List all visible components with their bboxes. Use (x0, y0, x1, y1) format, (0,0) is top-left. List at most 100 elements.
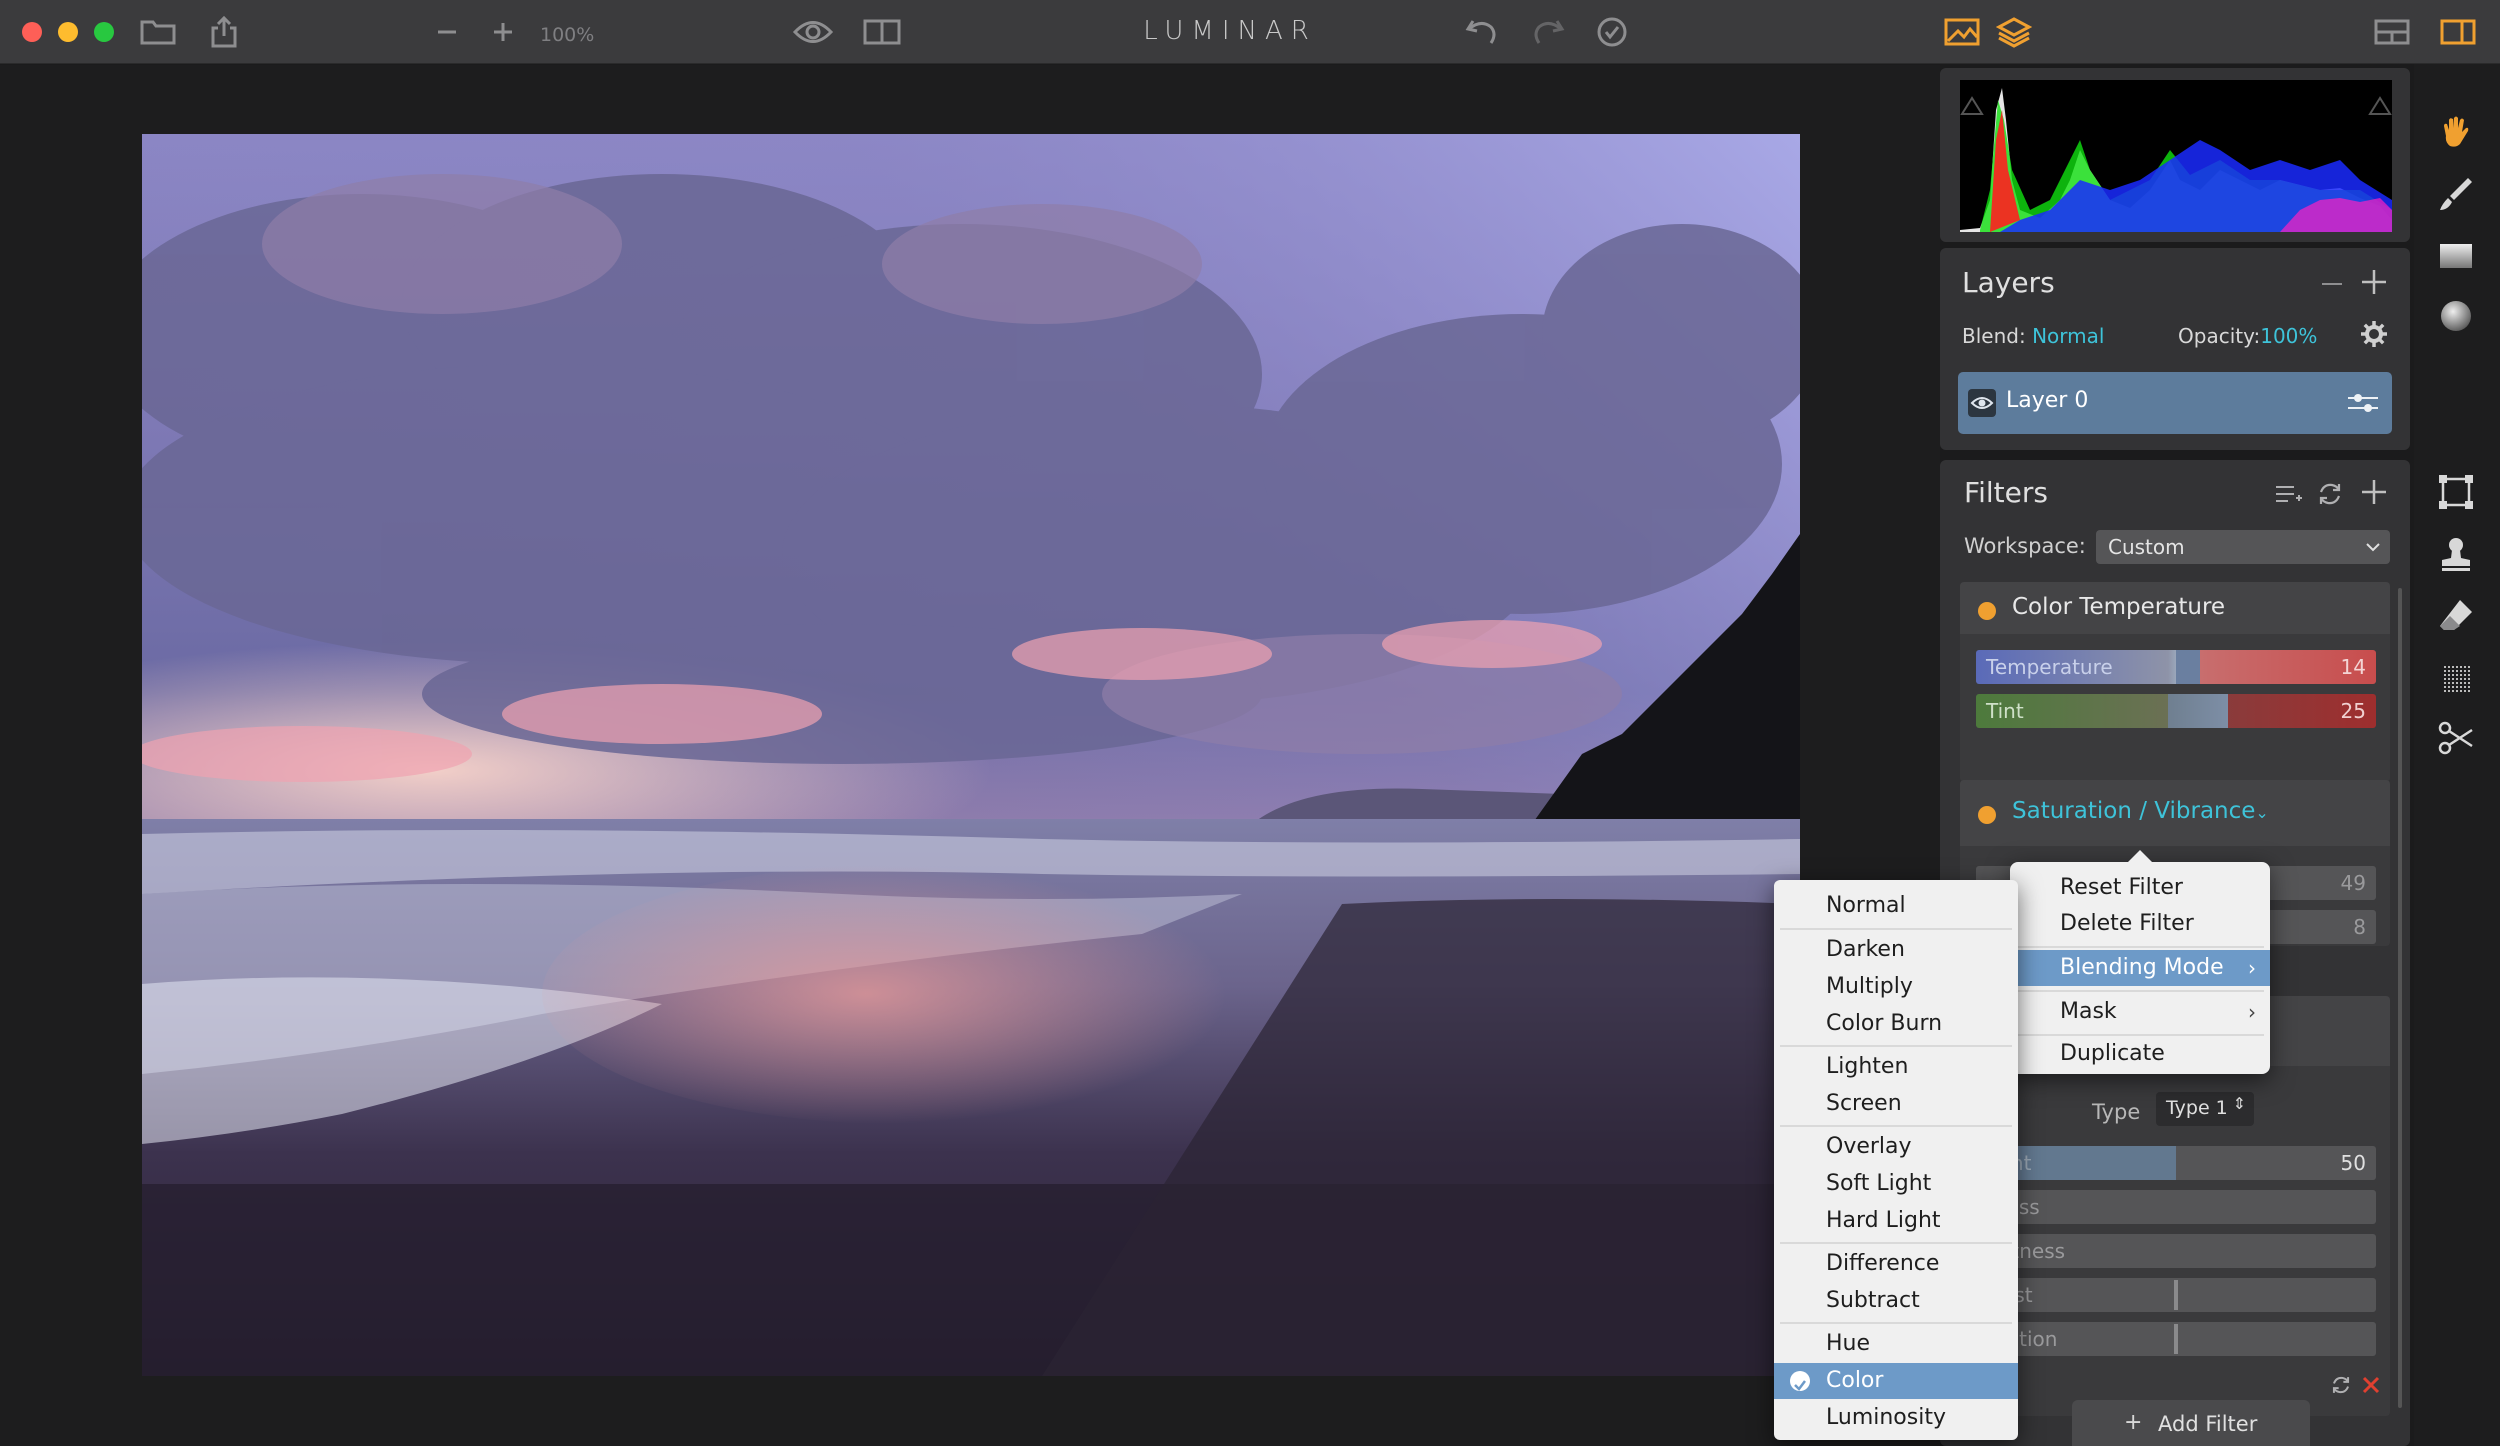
tint-slider[interactable]: Tint 25 (1976, 694, 2376, 728)
gradient-mask-icon[interactable] (2436, 236, 2476, 276)
layer-name: Layer 0 (2006, 388, 2089, 413)
radial-mask-icon[interactable] (2436, 296, 2476, 336)
blend-option-hard-light[interactable]: Hard Light (1774, 1203, 2018, 1239)
blend-label: Blend: (1962, 324, 2026, 348)
type-value: Type 1 (2166, 1097, 2228, 1119)
blend-option-screen[interactable]: Screen (1774, 1086, 2018, 1122)
blend-option-hue[interactable]: Hue (1774, 1326, 2018, 1362)
chevron-right-icon: › (2248, 956, 2256, 980)
menu-divider (1780, 1045, 2012, 1047)
filter-title[interactable]: Saturation / Vibrance⌄ (2012, 798, 2269, 824)
blend-option-color-burn[interactable]: Color Burn (1774, 1006, 2018, 1042)
filter-active-dot[interactable] (1978, 806, 1996, 824)
sidebar-toggle-icon[interactable] (2438, 14, 2478, 50)
temperature-slider[interactable]: Temperature 14 (1976, 650, 2376, 684)
layer-adjust-sliders-icon[interactable] (2346, 390, 2380, 416)
saturation-slider-2[interactable]: uration (1976, 1322, 2376, 1356)
workspace-select[interactable]: Custom (2096, 530, 2390, 564)
zoom-window-button[interactable] (94, 22, 114, 42)
delete-filter-x-icon[interactable] (2360, 1374, 2382, 1396)
share-icon[interactable] (206, 14, 242, 50)
menu-item-duplicate[interactable]: Duplicate (2010, 1036, 2270, 1072)
scissors-icon[interactable] (2436, 718, 2476, 758)
open-folder-icon[interactable] (138, 14, 178, 50)
filter-refresh-icon[interactable] (2316, 480, 2346, 510)
layer-settings-gear-icon[interactable] (2360, 320, 2390, 350)
menu-divider (1780, 1242, 2012, 1244)
menu-divider (2016, 990, 2264, 992)
minimize-window-button[interactable] (58, 22, 78, 42)
photo-preview[interactable] (142, 134, 1800, 1376)
clone-stamp-icon[interactable] (2436, 534, 2476, 574)
workspace-label: Workspace: (1964, 534, 2086, 558)
type-select[interactable]: Type 1 ⇕ (2156, 1092, 2254, 1126)
workspace-value: Custom (2108, 535, 2185, 559)
reset-filter-icon[interactable] (2330, 1374, 2352, 1396)
filter-context-menu: Reset Filter Delete Filter Blending Mode… (2010, 850, 2270, 1074)
color-temperature-filter: Color Temperature Temperature 14 Tint 25 (1960, 582, 2390, 782)
softness-slider[interactable]: tness (1976, 1190, 2376, 1224)
filter-title: Color Temperature (2012, 594, 2226, 620)
slider-label: Tint (1986, 699, 2024, 723)
blend-option-subtract[interactable]: Subtract (1774, 1283, 2018, 1319)
blend-option-color[interactable]: Color (1774, 1363, 2018, 1399)
app-title: LUMINAR (1143, 16, 1317, 46)
histogram-chart (1960, 80, 2392, 232)
filter-list-icon[interactable] (2274, 480, 2304, 510)
undo-icon[interactable] (1464, 14, 1500, 50)
menu-item-label: Blending Mode (2060, 955, 2224, 980)
history-check-icon[interactable] (1594, 14, 1630, 50)
blend-option-soft-light[interactable]: Soft Light (1774, 1166, 2018, 1202)
noise-texture-icon[interactable] (2436, 658, 2476, 698)
opacity-control: Opacity:100% (2178, 324, 2317, 348)
compare-split-icon[interactable] (862, 14, 902, 50)
layer-row[interactable]: Layer 0 (1958, 372, 2392, 434)
preview-eye-icon[interactable] (792, 14, 834, 50)
brush-icon[interactable] (2436, 174, 2476, 214)
blend-option-difference[interactable]: Difference (1774, 1246, 2018, 1282)
filters-title: Filters (1964, 476, 2048, 509)
image-view-icon[interactable] (1942, 14, 1982, 50)
slider-center-mark (2174, 1280, 2178, 1310)
slider-value: 50 (2340, 1151, 2366, 1175)
menu-divider (1780, 928, 2012, 930)
blend-mode-value[interactable]: Normal (2032, 324, 2104, 348)
blend-option-luminosity[interactable]: Luminosity (1774, 1400, 2018, 1436)
blend-option-multiply[interactable]: Multiply (1774, 969, 2018, 1005)
remove-layer-button[interactable] (2320, 274, 2350, 294)
filter-title-text: Saturation / Vibrance (2012, 798, 2256, 824)
chevron-down-icon: ⌄ (2255, 803, 2269, 822)
menu-item-delete-filter[interactable]: Delete Filter (2010, 906, 2270, 942)
blend-option-overlay[interactable]: Overlay (1774, 1129, 2018, 1165)
hand-pan-icon[interactable] (2436, 112, 2476, 152)
menu-pointer (2128, 850, 2152, 862)
filter-active-dot[interactable] (1978, 602, 1996, 620)
menu-item-reset-filter[interactable]: Reset Filter (2010, 870, 2270, 906)
contrast-slider[interactable]: trast (1976, 1278, 2376, 1312)
layers-title: Layers (1962, 266, 2055, 299)
blending-mode-submenu: Normal Darken Multiply Color Burn Lighte… (1774, 880, 2018, 1440)
eraser-icon[interactable] (2436, 596, 2476, 636)
zoom-out-icon[interactable] (432, 14, 462, 50)
blend-option-normal[interactable]: Normal (1774, 888, 2018, 924)
layer-visibility-eye-icon[interactable] (1968, 389, 1996, 417)
amount-slider[interactable]: ount 50 (1976, 1146, 2376, 1180)
layers-panel: Layers Blend: Normal Opacity:100% Layer … (1940, 248, 2410, 450)
crop-transform-icon[interactable] (2436, 472, 2476, 512)
menu-item-mask[interactable]: Mask › (2010, 994, 2270, 1030)
blend-option-darken[interactable]: Darken (1774, 932, 2018, 968)
filters-scrollbar[interactable] (2398, 588, 2402, 1408)
brightness-slider[interactable]: ghtness (1976, 1234, 2376, 1268)
layers-stack-icon[interactable] (1994, 14, 2034, 50)
menu-item-blending-mode[interactable]: Blending Mode › (2010, 950, 2270, 986)
opacity-value[interactable]: 100% (2260, 324, 2317, 348)
add-filter-plus-icon[interactable] (2360, 478, 2390, 508)
zoom-in-icon[interactable] (488, 14, 518, 50)
add-layer-button[interactable] (2360, 268, 2390, 298)
redo-icon[interactable] (1530, 14, 1566, 50)
zoom-level[interactable]: 100% (540, 24, 594, 46)
layout-panels-icon[interactable] (2372, 14, 2412, 50)
blend-option-lighten[interactable]: Lighten (1774, 1049, 2018, 1085)
add-filter-button[interactable]: + Add Filter (2072, 1400, 2310, 1446)
close-window-button[interactable] (22, 22, 42, 42)
